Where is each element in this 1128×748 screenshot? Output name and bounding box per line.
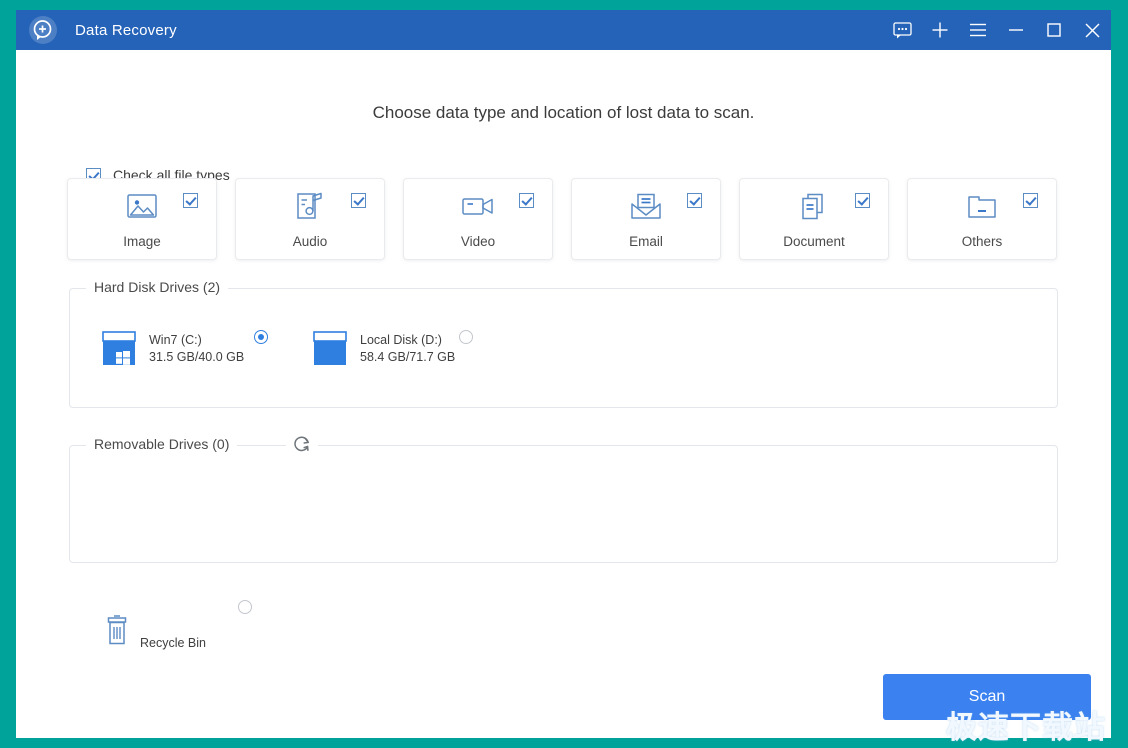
- plus-icon: [932, 22, 948, 38]
- file-type-label-document: Document: [783, 234, 845, 249]
- drive-size-c: 31.5 GB/40.0 GB: [149, 349, 245, 364]
- file-type-label-email: Email: [629, 234, 663, 249]
- maximize-button[interactable]: [1035, 10, 1073, 50]
- recycle-bin-label: Recycle Bin: [140, 636, 206, 650]
- file-type-label-video: Video: [460, 234, 496, 249]
- windows-drive-icon: [102, 325, 138, 372]
- file-type-card-group: Image Audio Video Email Document Others: [67, 178, 1067, 260]
- refresh-removable-drives-button[interactable]: [286, 434, 318, 454]
- hard-disk-drives-group: Hard Disk Drives (2) Win7 (C:) 31.5 GB/4…: [69, 279, 1058, 408]
- video-icon: [460, 191, 496, 221]
- scan-button[interactable]: Scan: [883, 674, 1091, 720]
- removable-drives-group: Removable Drives (0): [69, 434, 1058, 563]
- file-type-checkbox-image[interactable]: [183, 193, 198, 208]
- magnifier-plus-icon: [29, 16, 57, 44]
- document-icon: [796, 191, 832, 221]
- file-type-checkbox-others[interactable]: [1023, 193, 1038, 208]
- file-type-label-others: Others: [961, 234, 1003, 249]
- audio-icon: [292, 191, 328, 221]
- application-window: Data Recovery Choose data type and locat…: [16, 10, 1111, 738]
- file-type-card-audio[interactable]: Audio: [235, 178, 385, 260]
- file-type-card-document[interactable]: Document: [739, 178, 889, 260]
- drive-icon-d: [313, 325, 349, 372]
- image-icon: [124, 191, 160, 221]
- file-type-checkbox-email[interactable]: [687, 193, 702, 208]
- drive-name-c: Win7 (C:): [149, 332, 202, 347]
- file-type-label-image: Image: [123, 234, 161, 249]
- drive-text-d: Local Disk (D:) 58.4 GB/71.7 GB: [360, 332, 455, 366]
- hard-disk-drives-legend: Hard Disk Drives (2): [86, 279, 229, 295]
- file-type-card-email[interactable]: Email: [571, 178, 721, 260]
- file-type-card-video[interactable]: Video: [403, 178, 553, 260]
- titlebar-button-group: [883, 10, 1111, 50]
- close-icon: [1085, 23, 1099, 37]
- drive-radio-c[interactable]: [254, 330, 268, 344]
- file-type-label-audio: Audio: [292, 234, 328, 249]
- menu-button[interactable]: [959, 10, 997, 50]
- drive-radio-d[interactable]: [459, 330, 473, 344]
- hamburger-menu-icon: [970, 23, 986, 37]
- file-type-checkbox-video[interactable]: [519, 193, 534, 208]
- drive-item-c[interactable]: Win7 (C:) 31.5 GB/40.0 GB: [102, 325, 244, 372]
- feedback-button[interactable]: [883, 10, 921, 50]
- title-bar: Data Recovery: [16, 10, 1111, 50]
- page-title: Choose data type and location of lost da…: [372, 103, 755, 122]
- minimize-icon: [1009, 29, 1023, 31]
- window-title: Data Recovery: [75, 21, 177, 39]
- main-content: Choose data type and location of lost da…: [16, 50, 1111, 738]
- recycle-bin-radio[interactable]: [238, 600, 252, 614]
- chat-bubble-icon: [892, 21, 912, 38]
- refresh-icon: [294, 436, 310, 452]
- drive-item-d[interactable]: Local Disk (D:) 58.4 GB/71.7 GB: [313, 325, 455, 372]
- recycle-bin-item[interactable]: Recycle Bin: [104, 615, 206, 652]
- minimize-button[interactable]: [997, 10, 1035, 50]
- close-button[interactable]: [1073, 10, 1111, 50]
- removable-drives-legend: Removable Drives (0): [86, 436, 238, 452]
- file-type-checkbox-document[interactable]: [855, 193, 870, 208]
- add-button[interactable]: [921, 10, 959, 50]
- maximize-icon: [1047, 23, 1061, 37]
- file-type-card-image[interactable]: Image: [67, 178, 217, 260]
- file-type-checkbox-audio[interactable]: [351, 193, 366, 208]
- drive-name-d: Local Disk (D:): [360, 332, 442, 347]
- email-icon: [628, 191, 664, 221]
- drive-text-c: Win7 (C:) 31.5 GB/40.0 GB: [149, 332, 244, 366]
- file-type-card-others[interactable]: Others: [907, 178, 1057, 260]
- trash-icon: [104, 615, 130, 652]
- folder-icon: [964, 191, 1000, 221]
- drive-size-d: 58.4 GB/71.7 GB: [360, 349, 456, 364]
